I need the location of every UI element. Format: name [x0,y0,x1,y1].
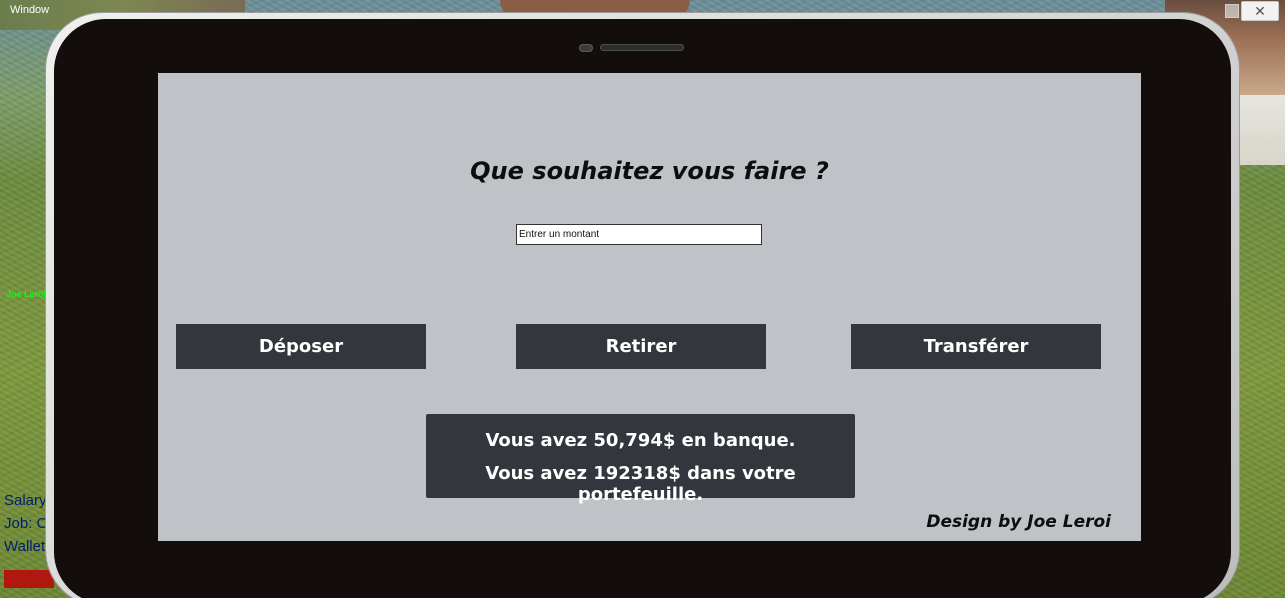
hud-health-bar [4,570,54,588]
amount-input[interactable] [516,224,762,245]
design-credits: Design by Joe Leroi [926,512,1111,532]
close-button[interactable]: ✕ [1241,1,1279,21]
speaker-icon [600,44,684,51]
camera-icon [579,44,593,52]
bank-screen: Que souhaitez vous faire ? Déposer Retir… [158,73,1141,541]
transfer-button[interactable]: Transférer [851,324,1101,369]
deposit-button[interactable]: Déposer [176,324,426,369]
page-title: Que souhaitez vous faire ? [470,157,829,185]
wallet-balance-text: Vous avez 192318$ dans votre portefeuill… [485,463,796,505]
tablet-frame: Que souhaitez vous faire ? Déposer Retir… [46,13,1239,598]
window-title: Window [10,4,50,16]
maximize-icon[interactable] [1225,4,1239,18]
game-scene: Window ✕ Joe Leroi Salary Job: C Wallet … [0,0,1285,598]
withdraw-button[interactable]: Retirer [516,324,766,369]
bank-balance-text: Vous avez 50,794$ en banque. [485,430,796,451]
tablet-bezel: Que souhaitez vous faire ? Déposer Retir… [54,19,1231,598]
balance-panel: Vous avez 50,794$ en banque. Vous avez 1… [426,414,855,505]
hud-player-name: Joe Leroi [6,289,47,299]
